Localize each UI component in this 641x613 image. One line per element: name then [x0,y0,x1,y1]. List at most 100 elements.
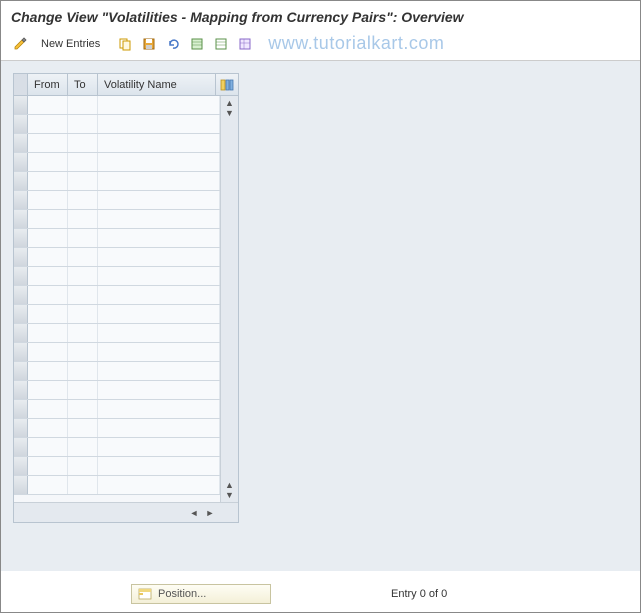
cell-volatility[interactable] [98,267,220,285]
scroll-right-icon[interactable]: ► [204,508,216,518]
row-selector[interactable] [14,153,28,171]
cell-from[interactable] [28,229,68,247]
cell-from[interactable] [28,115,68,133]
table-row[interactable] [14,153,220,172]
position-button[interactable]: Position... [131,584,271,604]
cell-from[interactable] [28,248,68,266]
cell-volatility[interactable] [98,457,220,475]
cell-volatility[interactable] [98,210,220,228]
table-row[interactable] [14,134,220,153]
cell-from[interactable] [28,343,68,361]
undo-icon[interactable] [164,35,182,53]
row-selector[interactable] [14,476,28,494]
cell-volatility[interactable] [98,400,220,418]
row-selector[interactable] [14,210,28,228]
row-selector[interactable] [14,438,28,456]
cell-to[interactable] [68,362,98,380]
cell-from[interactable] [28,476,68,494]
cell-to[interactable] [68,419,98,437]
cell-from[interactable] [28,153,68,171]
cell-to[interactable] [68,267,98,285]
cell-from[interactable] [28,419,68,437]
cell-to[interactable] [68,153,98,171]
deselect-icon[interactable] [212,35,230,53]
cell-volatility[interactable] [98,362,220,380]
row-selector[interactable] [14,457,28,475]
horizontal-scrollbar[interactable]: ◄ ► [14,502,238,522]
cell-volatility[interactable] [98,305,220,323]
cell-from[interactable] [28,286,68,304]
cell-volatility[interactable] [98,134,220,152]
cell-to[interactable] [68,457,98,475]
table-settings-icon[interactable] [236,35,254,53]
cell-volatility[interactable] [98,115,220,133]
row-selector[interactable] [14,248,28,266]
cell-from[interactable] [28,172,68,190]
table-row[interactable] [14,381,220,400]
table-row[interactable] [14,229,220,248]
cell-to[interactable] [68,324,98,342]
table-row[interactable] [14,96,220,115]
cell-from[interactable] [28,438,68,456]
cell-volatility[interactable] [98,476,220,494]
table-row[interactable] [14,362,220,381]
cell-to[interactable] [68,381,98,399]
row-selector[interactable] [14,191,28,209]
cell-from[interactable] [28,457,68,475]
row-selector[interactable] [14,172,28,190]
cell-volatility[interactable] [98,96,220,114]
cell-to[interactable] [68,115,98,133]
row-selector[interactable] [14,400,28,418]
row-selector[interactable] [14,419,28,437]
cell-to[interactable] [68,210,98,228]
cell-from[interactable] [28,134,68,152]
table-row[interactable] [14,172,220,191]
row-selector[interactable] [14,229,28,247]
cell-to[interactable] [68,476,98,494]
cell-to[interactable] [68,400,98,418]
row-selector[interactable] [14,343,28,361]
row-selector[interactable] [14,305,28,323]
cell-to[interactable] [68,438,98,456]
cell-to[interactable] [68,191,98,209]
scroll-left-icon[interactable]: ◄ [188,508,200,518]
table-row[interactable] [14,248,220,267]
row-selector[interactable] [14,324,28,342]
cell-volatility[interactable] [98,438,220,456]
column-header-volatility[interactable]: Volatility Name [98,74,216,95]
cell-to[interactable] [68,248,98,266]
table-row[interactable] [14,419,220,438]
table-row[interactable] [14,457,220,476]
cell-from[interactable] [28,96,68,114]
cell-from[interactable] [28,362,68,380]
cell-to[interactable] [68,343,98,361]
row-selector[interactable] [14,115,28,133]
cell-volatility[interactable] [98,229,220,247]
table-row[interactable] [14,267,220,286]
cell-to[interactable] [68,286,98,304]
table-row[interactable] [14,438,220,457]
vertical-scrollbar[interactable]: ▲ ▼ ▲ ▼ [220,96,238,502]
cell-to[interactable] [68,229,98,247]
copy-icon[interactable] [116,35,134,53]
select-all-rows[interactable] [14,74,28,95]
cell-from[interactable] [28,324,68,342]
cell-to[interactable] [68,134,98,152]
change-icon[interactable] [11,35,29,53]
cell-volatility[interactable] [98,153,220,171]
table-row[interactable] [14,191,220,210]
row-selector[interactable] [14,381,28,399]
cell-from[interactable] [28,210,68,228]
table-row[interactable] [14,115,220,134]
column-header-from[interactable]: From [28,74,68,95]
row-selector[interactable] [14,362,28,380]
table-row[interactable] [14,210,220,229]
cell-volatility[interactable] [98,172,220,190]
cell-from[interactable] [28,191,68,209]
row-selector[interactable] [14,267,28,285]
scroll-up-icon[interactable]: ▲ [224,98,236,108]
cell-to[interactable] [68,96,98,114]
scroll-down-icon[interactable]: ▼ [224,108,236,118]
cell-volatility[interactable] [98,286,220,304]
cell-volatility[interactable] [98,324,220,342]
